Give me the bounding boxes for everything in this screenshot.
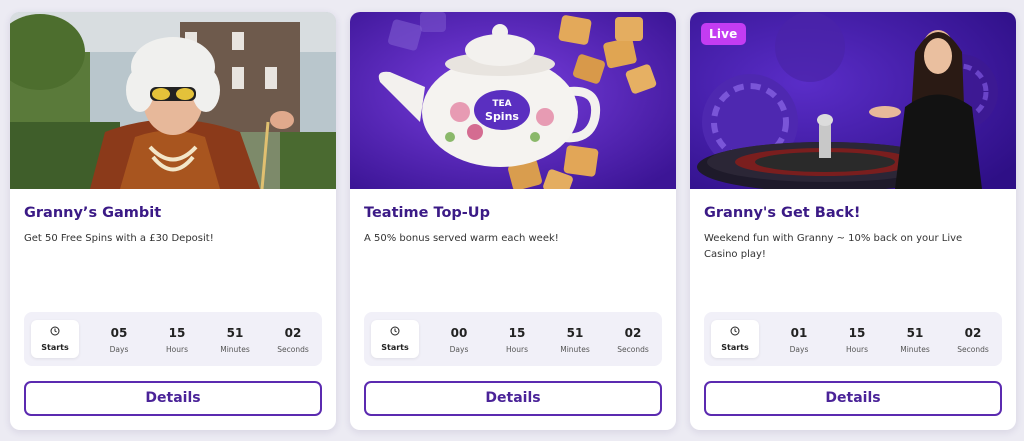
promo-hero-image: Live <box>690 12 1016 189</box>
promo-countdown: Starts 01 Days 15 Hours 51 Minutes 02 Se… <box>704 312 1002 366</box>
countdown-minutes: 51 Minutes <box>549 326 601 354</box>
countdown-starts-label: Starts <box>41 343 69 352</box>
countdown-seconds: 02 Seconds <box>607 326 659 354</box>
countdown-days: 05 Days <box>93 326 145 354</box>
countdown-days-value: 01 <box>790 326 808 340</box>
countdown-starts-label: Starts <box>381 343 409 352</box>
countdown-days-label: Days <box>789 345 809 354</box>
countdown-hours-label: Hours <box>506 345 528 354</box>
countdown-days-value: 00 <box>450 326 468 340</box>
live-badge: Live <box>701 23 746 45</box>
details-button[interactable]: Details <box>704 381 1002 416</box>
countdown-minutes: 51 Minutes <box>889 326 941 354</box>
clock-icon <box>730 326 740 336</box>
svg-text:Spins: Spins <box>485 110 519 123</box>
clock-icon <box>50 326 60 336</box>
countdown-hours: 15 Hours <box>491 326 543 354</box>
countdown-hours-label: Hours <box>166 345 188 354</box>
promo-description: Weekend fun with Granny ~ 10% back on yo… <box>704 233 963 260</box>
countdown-seconds-label: Seconds <box>277 345 309 354</box>
countdown-days-label: Days <box>109 345 129 354</box>
promo-description: Get 50 Free Spins with a £30 Deposit! <box>24 233 214 244</box>
countdown-seconds-label: Seconds <box>957 345 989 354</box>
countdown-hours-label: Hours <box>846 345 868 354</box>
countdown-seconds-value: 02 <box>964 326 982 340</box>
countdown-days: 01 Days <box>773 326 825 354</box>
granny-portrait-illustration <box>10 12 336 189</box>
promo-description: A 50% bonus served warm each week! <box>364 233 559 244</box>
svg-text:TEA: TEA <box>492 99 511 109</box>
countdown-days-value: 05 <box>110 326 128 340</box>
countdown-days-label: Days <box>449 345 469 354</box>
countdown-hours-value: 15 <box>168 326 186 340</box>
countdown-starts: Starts <box>31 320 79 358</box>
countdown-starts: Starts <box>371 320 419 358</box>
countdown-minutes-value: 51 <box>566 326 584 340</box>
promo-title: Teatime Top-Up <box>364 205 490 221</box>
countdown-hours-value: 15 <box>848 326 866 340</box>
countdown-days: 00 Days <box>433 326 485 354</box>
promotions-grid: Granny’s Gambit Get 50 Free Spins with a… <box>10 12 1016 430</box>
countdown-hours-value: 15 <box>508 326 526 340</box>
clock-icon <box>390 326 400 336</box>
countdown-seconds: 02 Seconds <box>267 326 319 354</box>
details-button[interactable]: Details <box>364 381 662 416</box>
teapot-illustration: TEA Spins <box>350 12 676 189</box>
promo-countdown: Starts 05 Days 15 Hours 51 Minutes 02 Se… <box>24 312 322 366</box>
promo-card-teatime-top-up[interactable]: TEA Spins Teatime Top-Up A 50% bonus ser… <box>350 12 676 430</box>
countdown-seconds-value: 02 <box>624 326 642 340</box>
countdown-minutes-label: Minutes <box>220 345 250 354</box>
countdown-minutes-label: Minutes <box>900 345 930 354</box>
countdown-seconds-value: 02 <box>284 326 302 340</box>
countdown-starts-label: Starts <box>721 343 749 352</box>
countdown-minutes-value: 51 <box>906 326 924 340</box>
promo-countdown: Starts 00 Days 15 Hours 51 Minutes 02 Se… <box>364 312 662 366</box>
countdown-seconds-label: Seconds <box>617 345 649 354</box>
countdown-hours: 15 Hours <box>151 326 203 354</box>
details-button[interactable]: Details <box>24 381 322 416</box>
promo-title: Granny’s Gambit <box>24 205 162 221</box>
countdown-hours: 15 Hours <box>831 326 883 354</box>
countdown-minutes-label: Minutes <box>560 345 590 354</box>
promo-card-grannys-gambit[interactable]: Granny’s Gambit Get 50 Free Spins with a… <box>10 12 336 430</box>
promo-card-grannys-get-back[interactable]: Live Granny's Get Back! Weekend fun with… <box>690 12 1016 430</box>
promo-hero-image: TEA Spins <box>350 12 676 189</box>
countdown-minutes: 51 Minutes <box>209 326 261 354</box>
countdown-starts: Starts <box>711 320 759 358</box>
promo-title: Granny's Get Back! <box>704 205 861 221</box>
promo-hero-image <box>10 12 336 189</box>
countdown-minutes-value: 51 <box>226 326 244 340</box>
countdown-seconds: 02 Seconds <box>947 326 999 354</box>
